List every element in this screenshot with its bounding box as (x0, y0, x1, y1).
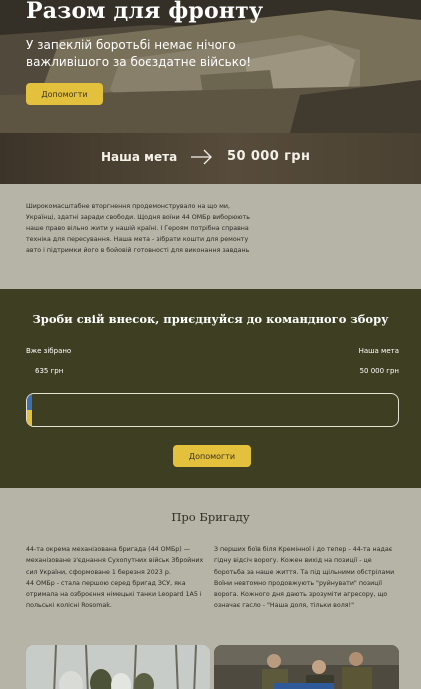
donate-section: Зроби свій внесок, приєднуйся до командн… (0, 289, 421, 488)
hero-help-button[interactable]: Допомогти (26, 83, 103, 105)
goal-label: Наша мета (358, 347, 399, 355)
donation-progress-bar (26, 393, 399, 427)
brigade-title: Про Бригаду (171, 510, 250, 524)
donation-progress-fill (27, 394, 32, 426)
brigade-text-right: З перших боїв біля Кремінної і до тепер … (214, 546, 395, 610)
goal-band-label: Наша мета (101, 150, 178, 164)
brigade-photo-soldiers (214, 645, 399, 689)
arrow-right-icon (191, 149, 212, 165)
brigade-photo-forest (26, 645, 210, 689)
donate-help-button[interactable]: Допомогти (173, 445, 251, 467)
goal-band-value: 50 000 грн (227, 149, 311, 164)
hero-title: Разом для фронту (26, 0, 264, 24)
brigade-text-left: 44-та окрема механізована бригада (44 ОМ… (26, 546, 204, 610)
hero-subtitle: У запеклій боротьбі немає нічого важливі… (26, 38, 252, 69)
intro-paragraph: Широкомасштабне вторгнення продемонструв… (26, 203, 250, 255)
goal-value: 50 000 грн (359, 367, 399, 375)
collected-label: Вже зібрано (26, 347, 72, 355)
hero-section: Разом для фронту У запеклій боротьбі нем… (0, 0, 421, 133)
collected-value: 635 грн (35, 367, 64, 375)
donate-title: Зроби свій внесок, приєднуйся до командн… (32, 312, 389, 326)
goal-band: Наша мета 50 000 грн (0, 133, 421, 184)
